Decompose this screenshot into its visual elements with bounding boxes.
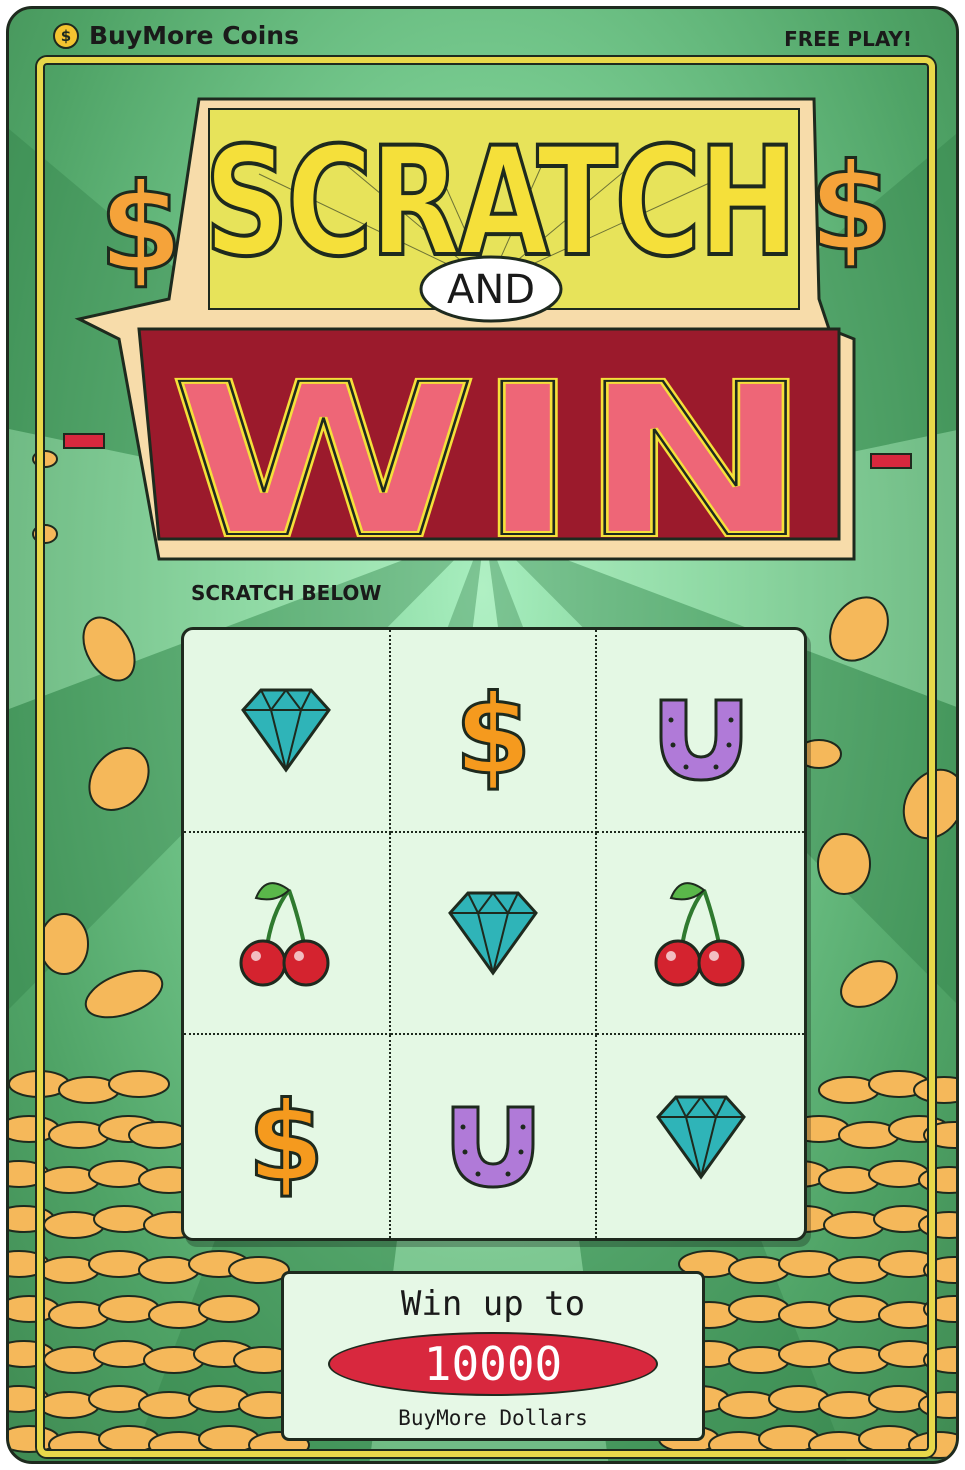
logo-bar-left (63, 433, 105, 449)
scratch-and-win-logo: $ $ SCRATCH AND WIN WIN (63, 97, 912, 587)
dollar-icon: $ (453, 670, 533, 796)
top-bar: $ BuyMore Coins FREE PLAY! (9, 9, 956, 61)
scratch-cell-2[interactable]: $ (390, 630, 598, 833)
logo-dollar-right-icon: $ (809, 139, 893, 278)
svg-text:$: $ (455, 671, 532, 795)
scratch-card: $ BuyMore Coins FREE PLAY! $ $ SCRATCH A… (6, 6, 959, 1464)
scratch-cell-3[interactable] (597, 630, 804, 833)
svg-text:$: $ (248, 1078, 325, 1202)
logo-and-text: AND (447, 267, 535, 313)
diamond-icon (241, 688, 332, 773)
cherry-icon (654, 882, 745, 987)
horseshoe-icon (451, 1105, 535, 1189)
brand-name: BuyMore Coins (89, 21, 299, 50)
scratch-grid: $ $ (181, 627, 807, 1241)
logo-dollar-left-icon: $ (99, 159, 183, 298)
scratch-cell-4[interactable] (184, 832, 391, 1036)
prize-amount: 10000 (328, 1332, 658, 1396)
scratch-cell-1[interactable] (184, 630, 391, 833)
free-play-label: FREE PLAY! (784, 27, 912, 51)
diamond-icon (448, 891, 538, 976)
logo-win-outline: WIN (171, 339, 811, 584)
diamond-icon (655, 1094, 746, 1180)
scratch-below-label: SCRATCH BELOW (191, 581, 382, 605)
scratch-cell-6[interactable] (597, 833, 804, 1036)
scratch-cell-5[interactable] (390, 832, 598, 1036)
brand: $ BuyMore Coins (53, 21, 299, 50)
scratch-cell-7[interactable]: $ (184, 1035, 391, 1238)
logo-bar-right (870, 453, 912, 469)
dollar-icon: $ (247, 1076, 327, 1202)
prize-box: Win up to 10000 BuyMore Dollars (281, 1271, 705, 1441)
cherry-icon (239, 882, 330, 987)
scratch-cell-8[interactable] (391, 1035, 598, 1238)
horseshoe-icon (659, 698, 743, 782)
prize-title: Win up to (400, 1284, 586, 1324)
scratch-cell-9[interactable] (597, 1035, 804, 1238)
coin-icon: $ (53, 22, 79, 49)
prize-unit: BuyMore Dollars (398, 1406, 588, 1430)
